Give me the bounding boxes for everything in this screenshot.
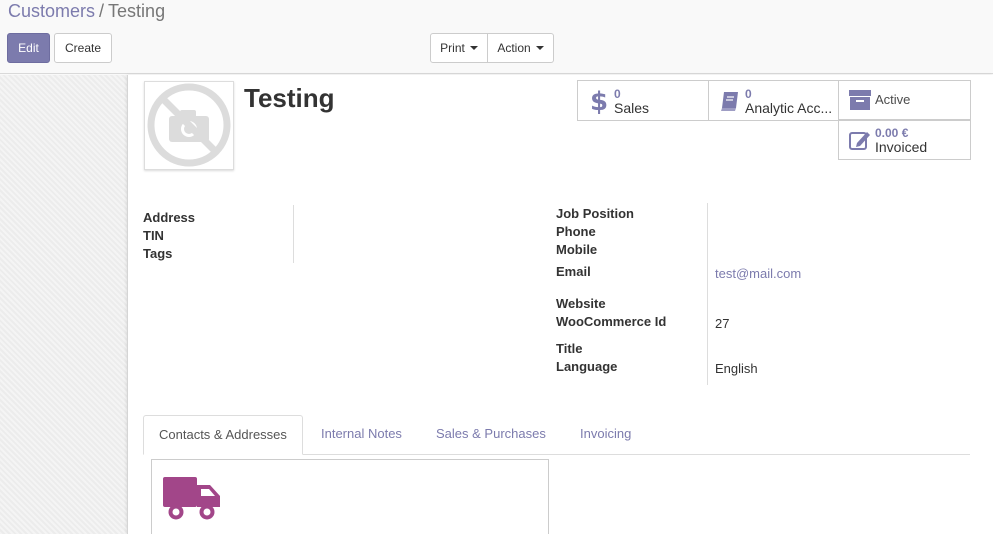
analytic-label: Analytic Acc... [745, 99, 833, 116]
sales-stat-button[interactable]: $ 0 Sales [577, 80, 709, 121]
caret-down-icon [535, 46, 544, 50]
language-value: English [715, 361, 758, 376]
phone-label: Phone [556, 224, 596, 239]
action-dropdown-button[interactable]: Action [488, 33, 554, 63]
caret-down-icon [469, 46, 478, 50]
tab-sales-purchases[interactable]: Sales & Purchases [421, 415, 561, 455]
contact-card[interactable] [151, 459, 549, 534]
avatar[interactable] [144, 81, 234, 170]
print-label: Print [440, 41, 465, 55]
analytic-accounts-stat-button[interactable]: 0 Analytic Acc... [708, 80, 840, 121]
analytic-count: 0 [745, 86, 752, 101]
breadcrumb-separator: / [99, 1, 105, 21]
sales-count: 0 [614, 86, 621, 101]
sidebar-button-group: Print Action [430, 33, 554, 63]
mobile-label: Mobile [556, 242, 598, 257]
edit-button[interactable]: Edit [7, 33, 50, 63]
job-position-label: Job Position [556, 206, 634, 221]
create-button[interactable]: Create [54, 33, 112, 63]
sales-label: Sales [614, 99, 650, 116]
print-dropdown-button[interactable]: Print [430, 33, 488, 63]
woocommerce-id-value: 27 [715, 316, 730, 331]
invoiced-stat-button[interactable]: 0.00 € Invoiced [838, 120, 971, 160]
active-label: Active [875, 92, 911, 107]
language-label: Language [556, 359, 618, 374]
record-title: Testing [244, 83, 335, 113]
control-panel: Customers / Testing Edit Create Print Acti… [0, 0, 993, 74]
tab-invoicing[interactable]: Invoicing [565, 415, 646, 455]
form-background [0, 75, 127, 534]
book-icon [715, 89, 745, 113]
breadcrumb: Customers / Testing [8, 0, 165, 22]
invoiced-amount: 0.00 € [875, 126, 909, 140]
svg-text:$: $ [591, 88, 607, 114]
tab-contacts-addresses[interactable]: Contacts & Addresses [143, 415, 303, 455]
email-label: Email [556, 264, 591, 279]
field-divider [707, 203, 708, 385]
tin-label: TIN [143, 228, 164, 243]
action-label: Action [497, 41, 531, 55]
archive-icon [845, 89, 875, 111]
form-sheet: Testing $ 0 Sales 0 Analytic Acc... Acti… [127, 75, 993, 534]
tags-label: Tags [143, 246, 173, 261]
invoiced-label: Invoiced [875, 139, 928, 155]
truck-icon [163, 477, 220, 520]
field-divider [293, 205, 294, 263]
title-label: Title [556, 341, 583, 356]
tab-internal-notes[interactable]: Internal Notes [306, 415, 417, 455]
website-label: Website [556, 296, 606, 311]
edit-icon [845, 129, 875, 151]
no-camera-icon [147, 83, 231, 167]
address-label: Address [143, 210, 196, 225]
breadcrumb-current: Testing [108, 1, 166, 21]
breadcrumb-customers-link[interactable]: Customers [8, 1, 95, 21]
email-value-link[interactable]: test@mail.com [715, 266, 801, 281]
dollar-icon: $ [584, 88, 614, 114]
notebook-tabs: Contacts & Addresses Internal Notes Sale… [143, 415, 970, 455]
woocommerce-id-label: WooCommerce Id [556, 314, 667, 329]
active-toggle-button[interactable]: Active [838, 80, 971, 120]
